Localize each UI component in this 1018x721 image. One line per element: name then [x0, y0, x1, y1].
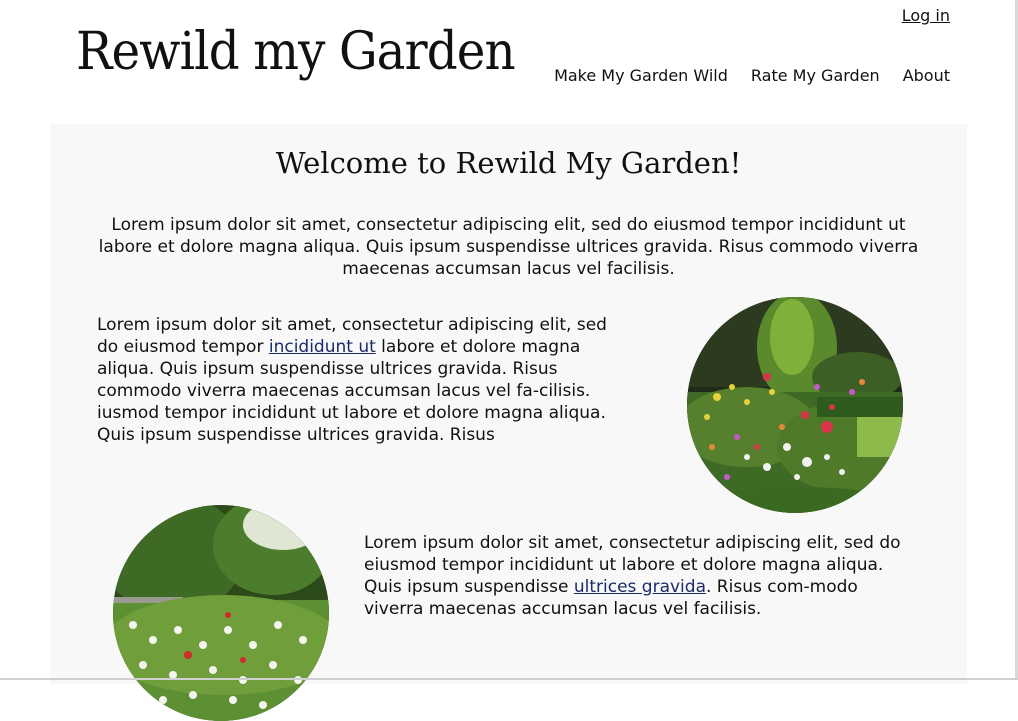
nav-rate-my-garden[interactable]: Rate My Garden: [751, 66, 880, 85]
section2-link[interactable]: ultrices gravida: [574, 577, 706, 597]
flower-garden-image: [687, 297, 903, 513]
content-panel: Welcome to Rewild My Garden! Lorem ipsum…: [50, 124, 967, 721]
nav-about[interactable]: About: [903, 66, 950, 85]
page-title: Welcome to Rewild My Garden!: [275, 146, 742, 180]
section2-paragraph: Lorem ipsum dolor sit amet, consectetur …: [364, 532, 909, 620]
nav-make-my-garden-wild[interactable]: Make My Garden Wild: [554, 66, 728, 85]
intro-paragraph: Lorem ipsum dolor sit amet, consectetur …: [98, 215, 919, 279]
login-link[interactable]: Log in: [902, 6, 950, 25]
main-nav: Make My Garden Wild Rate My Garden About: [554, 66, 950, 85]
meadow-garden-image: [113, 505, 329, 721]
site-logo[interactable]: Rewild my Garden: [76, 22, 516, 82]
section1-link[interactable]: incididunt ut: [269, 337, 376, 357]
section1-paragraph: Lorem ipsum dolor sit amet, consectetur …: [97, 314, 627, 446]
section1-text-c: iusmod tempor incididunt ut labore et do…: [97, 403, 606, 445]
